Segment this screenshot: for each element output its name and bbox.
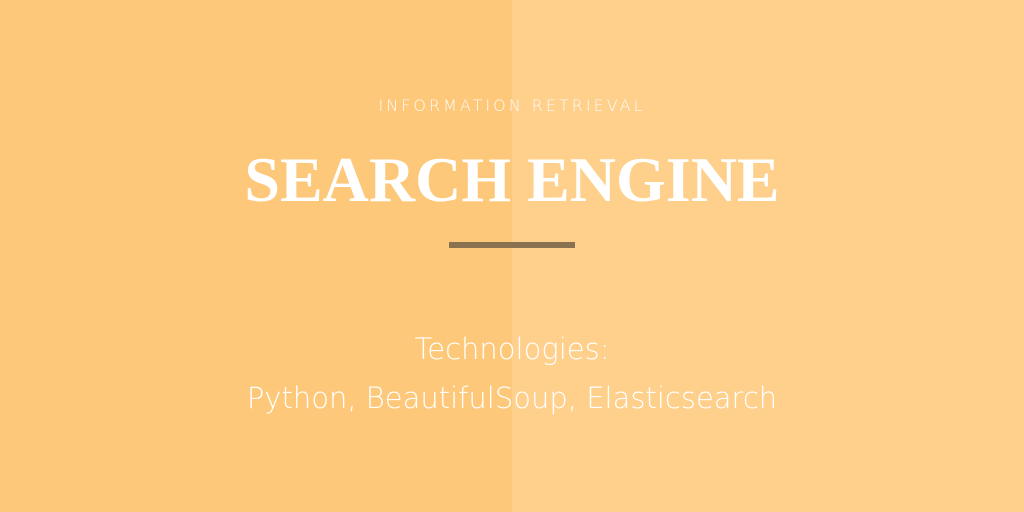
- eyebrow-text: INFORMATION RETRIEVAL: [378, 96, 646, 115]
- right-panel: [512, 0, 1024, 512]
- title-divider: [449, 242, 575, 248]
- technologies-list: Python, BeautifulSoup, Elasticsearch: [246, 381, 778, 415]
- technologies-label: Technologies:: [414, 332, 610, 366]
- left-panel: [0, 0, 512, 512]
- banner: INFORMATION RETRIEVAL SEARCH ENGINE Tech…: [0, 0, 1024, 512]
- page-title: SEARCH ENGINE: [244, 144, 780, 215]
